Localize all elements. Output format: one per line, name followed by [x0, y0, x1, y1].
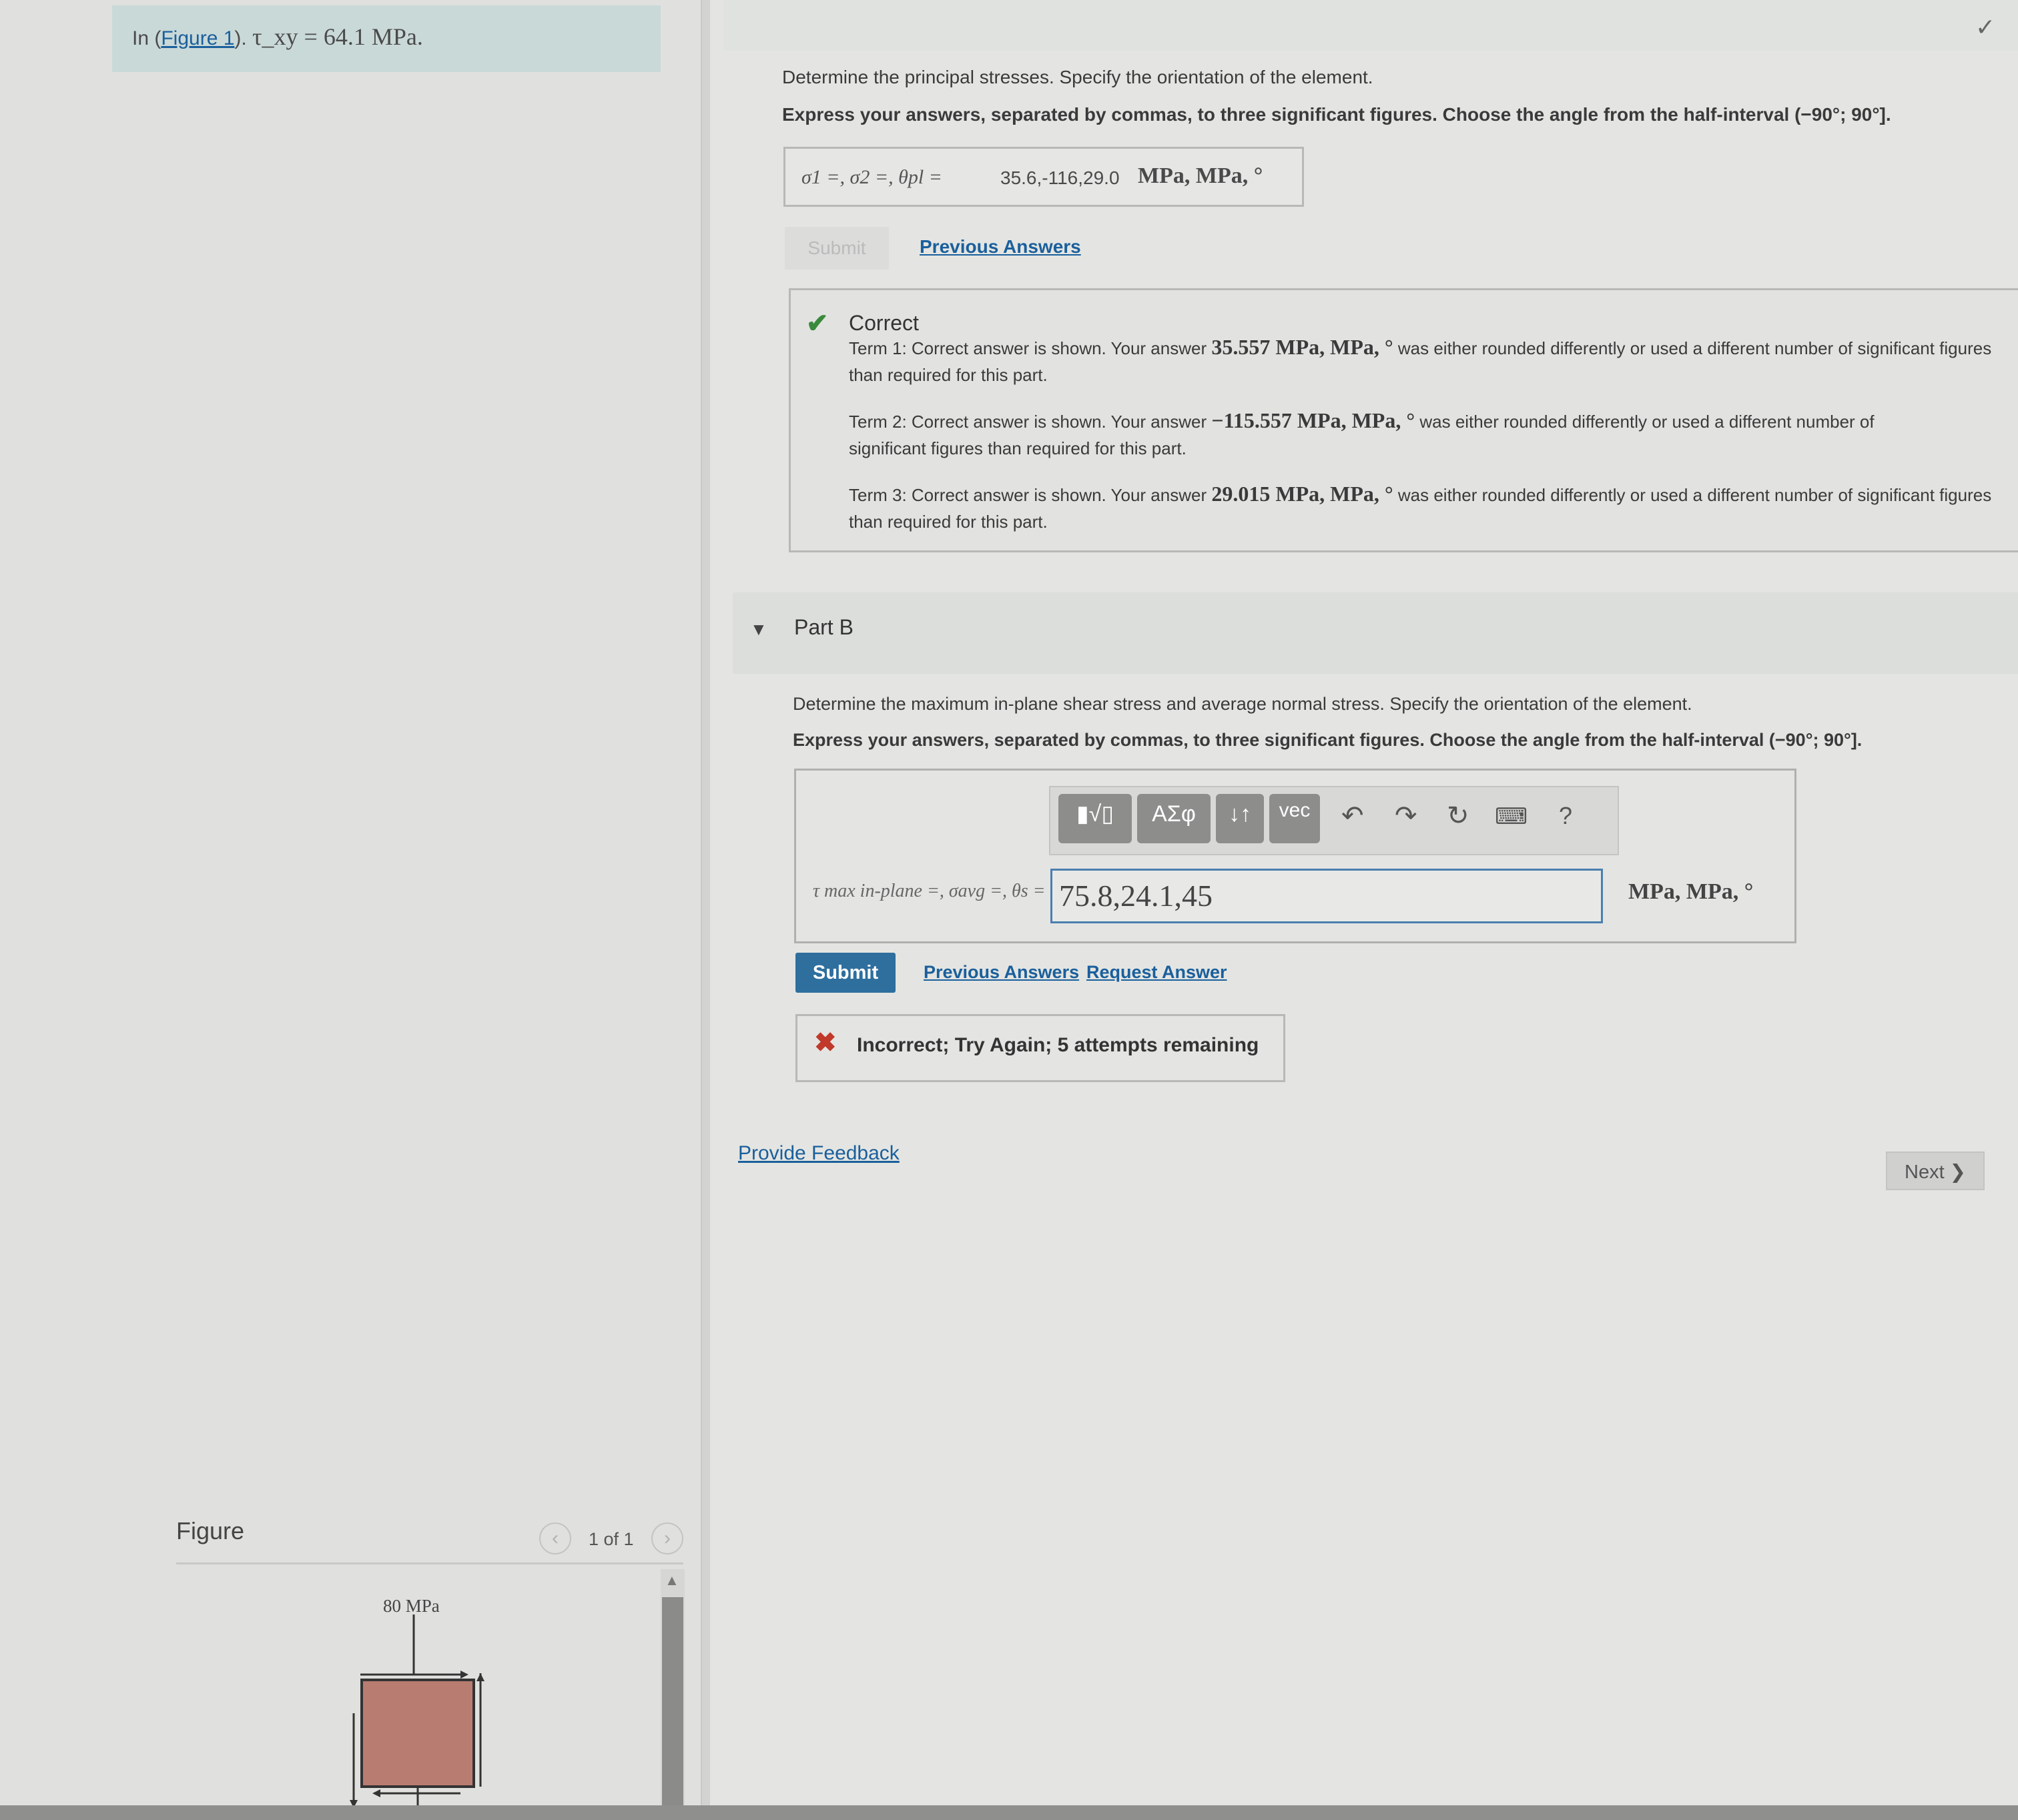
request-answer-link[interactable]: Request Answer [1086, 962, 1227, 983]
feedback-term-2: Term 2: Correct answer is shown. Your an… [849, 407, 1943, 462]
part-a-answer-units: MPa, MPa, ° [1138, 163, 1263, 188]
template-button[interactable]: ▮√▯ [1058, 794, 1132, 843]
given-value: τ_xy = 64.1 MPa. [252, 23, 423, 50]
part-b-answer-units: MPa, MPa, ° [1628, 879, 1754, 904]
incorrect-x-icon: ✖ [814, 1028, 837, 1057]
part-b-answer-label: τ max in-plane =, σavg =, θs = [813, 881, 1046, 901]
part-a-answer-box: σ1 =, σ2 =, θpl = 35.6,-116,29.0 MPa, MP… [783, 147, 1304, 207]
part-b-header[interactable] [733, 592, 2018, 674]
term-1-prefix: Term 1: Correct answer is shown. Your an… [849, 338, 1207, 358]
vector-button[interactable]: vec [1269, 794, 1320, 843]
problem-statement: In (Figure 1). τ_xy = 64.1 MPa. [132, 23, 423, 51]
problem-suffix: ). [234, 27, 247, 49]
term-1-value: 35.557 MPa, MPa, ° [1211, 335, 1393, 359]
undo-icon[interactable]: ↶ [1341, 801, 1364, 831]
math-toolbar: ▮√▯ ΑΣφ ↓↑ vec ↶ ↷ ↻ ⌨ ? [1049, 786, 1619, 855]
figure-label: Figure [176, 1517, 245, 1544]
caret-down-icon[interactable]: ▼ [750, 619, 767, 640]
figure-link[interactable]: Figure 1 [161, 27, 234, 49]
stress-label: 80 MPa [383, 1596, 440, 1616]
reset-icon[interactable]: ↻ [1447, 801, 1469, 831]
part-a-header[interactable] [723, 0, 2018, 51]
feedback-term-3: Term 3: Correct answer is shown. Your an… [849, 480, 1997, 535]
part-a-previous-answers-link[interactable]: Previous Answers [920, 236, 1081, 258]
term-3-prefix: Term 3: Correct answer is shown. Your an… [849, 485, 1207, 505]
figure-scroll-thumb[interactable] [662, 1597, 683, 1820]
part-a-question: Determine the principal stresses. Specif… [782, 67, 1373, 87]
figure-divider [176, 1562, 683, 1564]
keyboard-icon[interactable]: ⌨ [1495, 803, 1528, 830]
part-a-answer-label: σ1 =, σ2 =, θpl = [801, 166, 942, 188]
provide-feedback-link[interactable]: Provide Feedback [738, 1142, 900, 1165]
part-b-question: Determine the maximum in-plane shear str… [793, 694, 1692, 714]
help-button[interactable]: ? [1559, 802, 1572, 830]
stress-element-figure [350, 1615, 484, 1815]
figure-next-button[interactable]: › [651, 1522, 683, 1554]
redo-icon[interactable]: ↷ [1395, 801, 1417, 831]
subscript-button[interactable]: ↓↑ [1216, 794, 1264, 843]
bottom-edge [0, 1805, 2018, 1820]
correct-check-icon: ✔ [806, 309, 829, 338]
part-b-instructions: Express your answers, separated by comma… [793, 730, 1863, 750]
feedback-term-1: Term 1: Correct answer is shown. Your an… [849, 334, 1997, 388]
part-a-submit-button: Submit [785, 227, 889, 270]
feedback-title: Correct [849, 311, 919, 335]
check-icon: ✓ [1975, 13, 1996, 41]
panel-divider[interactable] [701, 0, 710, 1820]
part-a-answer-value: 35.6,-116,29.0 [1000, 167, 1120, 188]
greek-symbols-button[interactable]: ΑΣφ [1137, 794, 1211, 843]
figure-prev-button[interactable]: ‹ [539, 1522, 571, 1554]
term-2-prefix: Term 2: Correct answer is shown. Your an… [849, 412, 1207, 432]
incorrect-message: Incorrect; Try Again; 5 attempts remaini… [857, 1034, 1259, 1056]
term-3-value: 29.015 MPa, MPa, ° [1211, 482, 1393, 506]
scroll-up-icon[interactable]: ▲ [665, 1572, 679, 1589]
problem-prefix: In ( [132, 27, 161, 49]
part-b-previous-answers-link[interactable]: Previous Answers [924, 962, 1079, 983]
term-2-value: −115.557 MPa, MPa, ° [1211, 408, 1415, 432]
next-button[interactable]: Next ❯ [1886, 1152, 1985, 1190]
part-b-title[interactable]: Part B [794, 615, 854, 640]
part-b-submit-button[interactable]: Submit [795, 953, 896, 993]
figure-pager: 1 of 1 [589, 1529, 634, 1549]
part-b-answer-input[interactable]: 75.8,24.1,45 [1050, 869, 1603, 923]
part-a-instructions: Express your answers, separated by comma… [782, 104, 1891, 125]
